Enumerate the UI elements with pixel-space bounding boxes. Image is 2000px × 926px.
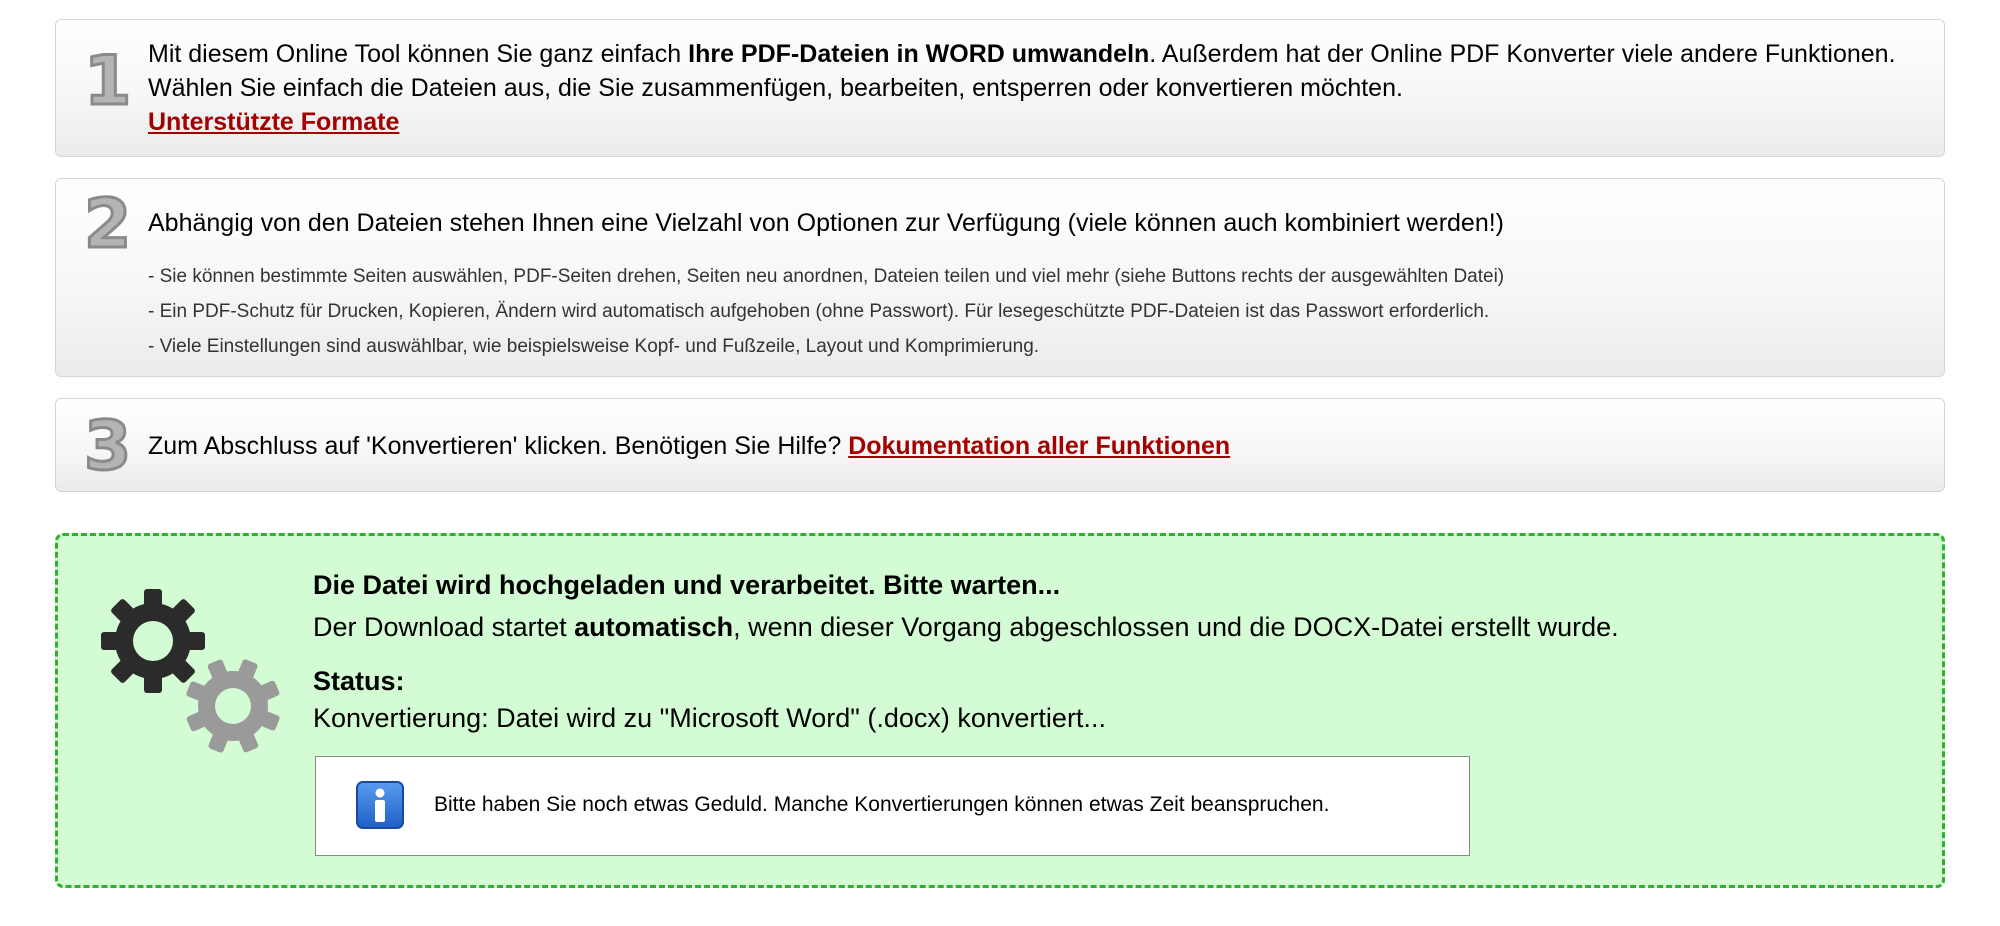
documentation-link[interactable]: Dokumentation aller Funktionen [848, 432, 1230, 460]
step-3-number: 3 [82, 407, 132, 486]
step-2-bullet: - Sie können bestimmte Seiten auswählen,… [148, 266, 1505, 287]
step-1-number: 1 [82, 42, 132, 121]
light-gear [186, 659, 280, 753]
step-3-box: 3 Zum Abschluss auf 'Konvertieren' klick… [55, 398, 1945, 492]
step-2-box: 2 Abhängig von den Dateien stehen Ihnen … [55, 178, 1945, 377]
info-icon [356, 781, 404, 829]
step-2-bullets: - Sie können bestimmte Seiten auswählen,… [148, 259, 1924, 364]
step-3-text: Zum Abschluss auf 'Konvertieren' klicken… [148, 429, 1924, 463]
processing-heading: Die Datei wird hochgeladen und verarbeit… [313, 570, 1061, 600]
step-1-box: 1 Mit diesem Online Tool können Sie ganz… [55, 19, 1945, 157]
step-1-text-pre: Mit diesem Online Tool können Sie ganz e… [148, 40, 689, 68]
step-2-number: 2 [82, 185, 132, 264]
step-2-bullet: - Viele Einstellungen sind auswählbar, w… [148, 336, 1040, 357]
status-label: Status: [313, 666, 405, 696]
info-notice: Bitte haben Sie noch etwas Geduld. Manch… [315, 756, 1470, 856]
download-note-post: , wenn dieser Vorgang abgeschlossen und … [733, 612, 1619, 642]
step-3-text-main: Zum Abschluss auf 'Konvertieren' klicken… [148, 432, 849, 460]
info-text: Bitte haben Sie noch etwas Geduld. Manch… [434, 793, 1330, 816]
download-note-pre: Der Download startet [313, 612, 575, 642]
step-2-text: Abhängig von den Dateien stehen Ihnen ei… [148, 209, 1505, 237]
gears-icon [101, 589, 280, 753]
step-1-text: Mit diesem Online Tool können Sie ganz e… [148, 37, 1924, 139]
processing-status-box: Die Datei wird hochgeladen und verarbeit… [55, 533, 1945, 888]
supported-formats-link[interactable]: Unterstützte Formate [148, 108, 399, 136]
download-note: Der Download startet automatisch, wenn d… [313, 612, 1619, 643]
step-2-bullet: - Ein PDF-Schutz für Drucken, Kopieren, … [148, 301, 1490, 322]
dark-gear [101, 589, 205, 693]
status-value: Konvertierung: Datei wird zu "Microsoft … [313, 703, 1106, 733]
step-1-text-bold: Ihre PDF-Dateien in WORD umwandeln [688, 40, 1150, 68]
download-note-bold: automatisch [574, 612, 734, 642]
